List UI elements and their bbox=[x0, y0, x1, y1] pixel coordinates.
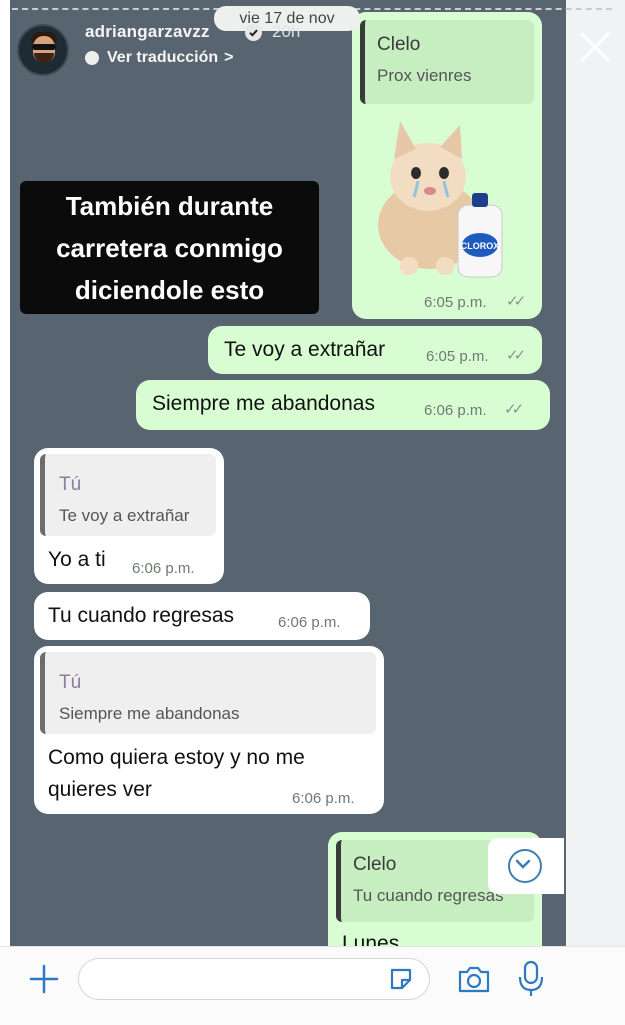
post-time: 20h bbox=[272, 22, 301, 41]
quote-text: Siempre me abandonas bbox=[59, 704, 240, 723]
message-bubble[interactable]: Te voy a extrañar 6:05 p.m. ✓✓ bbox=[208, 326, 542, 374]
caption-line: diciendole esto bbox=[74, 275, 265, 305]
clorox-label: CLOROX bbox=[461, 241, 500, 251]
plus-icon[interactable] bbox=[29, 964, 59, 994]
read-receipt-icon: ✓✓ bbox=[506, 293, 526, 310]
timestamp: 6:05 p.m. bbox=[424, 294, 487, 311]
message-text-line: quieres ver bbox=[48, 778, 152, 801]
caption-line: También durante bbox=[65, 191, 274, 221]
sticker-icon[interactable] bbox=[388, 966, 414, 992]
message-bubble[interactable]: Siempre me abandonas 6:06 p.m. ✓✓ bbox=[136, 380, 550, 430]
message-text-line: Como quiera estoy y no me bbox=[48, 746, 305, 769]
avatar[interactable] bbox=[17, 24, 69, 76]
username[interactable]: adriangarzavzz bbox=[85, 22, 210, 42]
message-text: Lunes bbox=[342, 932, 400, 946]
chevron-down-circle-icon bbox=[508, 849, 542, 883]
quote-author: Clelo bbox=[353, 854, 397, 875]
verified-badge-icon bbox=[245, 24, 262, 41]
translate-link[interactable]: Ver traducción > bbox=[85, 49, 234, 67]
chat-area: Clelo Prox vienres CLOROX 6:05 p.m. ✓✓ T… bbox=[10, 0, 566, 946]
reply-quote[interactable]: Clelo Prox vienres bbox=[360, 20, 534, 104]
reply-quote[interactable]: Tú Te voy a extrañar bbox=[40, 454, 216, 536]
quote-author: Clelo bbox=[377, 34, 421, 55]
message-input[interactable] bbox=[78, 958, 430, 1000]
quote-text: Tu cuando regresas bbox=[353, 886, 504, 905]
message-bubble[interactable]: Tu cuando regresas 6:06 p.m. bbox=[34, 592, 370, 640]
close-icon[interactable] bbox=[578, 30, 612, 64]
crying-cat-sticker: CLOROX bbox=[378, 121, 503, 278]
microphone-icon[interactable] bbox=[518, 960, 544, 998]
message-text: Siempre me abandonas bbox=[152, 392, 375, 415]
translate-label: Ver traducción bbox=[107, 49, 219, 66]
caption-line: carretera conmigo bbox=[56, 233, 283, 263]
chevron-right-icon: > bbox=[224, 49, 234, 66]
read-receipt-icon: ✓✓ bbox=[504, 401, 524, 418]
timestamp: 6:06 p.m. bbox=[292, 790, 355, 807]
camera-icon[interactable] bbox=[457, 963, 491, 995]
timestamp: 6:06 p.m. bbox=[132, 560, 195, 577]
read-receipt-icon: ✓✓ bbox=[506, 347, 526, 364]
sticker-bubble[interactable]: Clelo Prox vienres CLOROX 6:05 p.m. ✓✓ bbox=[352, 12, 542, 319]
story-side-panel bbox=[566, 0, 625, 946]
reply-quote[interactable]: Tú Siempre me abandonas bbox=[40, 652, 376, 734]
timestamp: 6:06 p.m. bbox=[424, 402, 487, 419]
quote-author: Tú bbox=[59, 474, 82, 495]
scroll-to-bottom-button[interactable] bbox=[488, 838, 564, 894]
story-caption: También durante carretera conmigo dicien… bbox=[20, 181, 319, 314]
quote-text: Te voy a extrañar bbox=[59, 506, 190, 525]
timestamp: 6:06 p.m. bbox=[278, 614, 341, 631]
quote-text: Prox vienres bbox=[377, 66, 472, 85]
translate-icon bbox=[85, 50, 99, 65]
message-bubble[interactable]: Tú Te voy a extrañar Yo a ti 6:06 p.m. bbox=[34, 448, 224, 584]
quote-author: Tú bbox=[59, 672, 82, 693]
message-text: Yo a ti bbox=[48, 548, 106, 571]
timestamp: 6:05 p.m. bbox=[426, 348, 489, 365]
message-text: Te voy a extrañar bbox=[224, 338, 386, 361]
message-bubble[interactable]: Tú Siempre me abandonas Como quiera esto… bbox=[34, 646, 384, 814]
message-text: Tu cuando regresas bbox=[48, 604, 234, 627]
